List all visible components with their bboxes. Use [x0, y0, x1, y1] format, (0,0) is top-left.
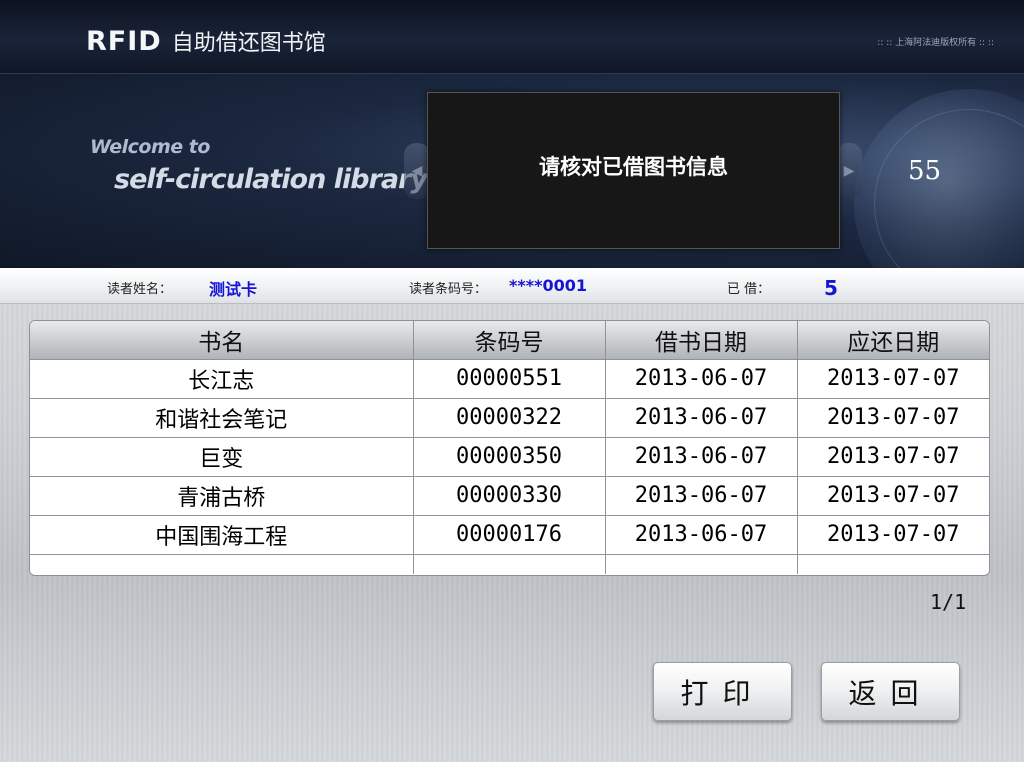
borrowed-count-value: 5 — [824, 276, 838, 300]
table-row: 和谐社会笔记 00000322 2013-06-07 2013-07-07 — [30, 398, 989, 438]
reader-name-label: 读者姓名： — [107, 282, 173, 297]
empty-cell — [413, 554, 606, 574]
top-bar: RFID 自助借还图书馆 :: :: 上海阿法迪版权所有 :: :: — [0, 0, 1024, 74]
table-row: 中国围海工程 00000176 2013-06-07 2013-07-07 — [30, 515, 989, 555]
borrow-date-cell: 2013-06-07 — [605, 515, 798, 555]
book-title-cell: 中国围海工程 — [30, 515, 414, 555]
page-indicator: 1/1 — [930, 590, 967, 614]
column-header-barcode: 条码号 — [413, 321, 606, 360]
welcome-banner: Welcome to self-circulation library ◀ ▶ … — [0, 74, 1024, 268]
message-box: 请核对已借图书信息 — [427, 92, 840, 249]
message-text: 请核对已借图书信息 — [539, 154, 728, 179]
copyright-text: :: :: 上海阿法迪版权所有 :: :: — [877, 38, 994, 48]
table-row: 长江志 00000551 2013-06-07 2013-07-07 — [30, 359, 989, 399]
due-date-cell: 2013-07-07 — [797, 437, 989, 477]
reader-barcode-label: 读者条码号： — [409, 282, 488, 297]
reader-name-value: 测试卡 — [209, 280, 258, 299]
barcode-cell: 00000350 — [413, 437, 606, 477]
book-title-cell: 和谐社会笔记 — [30, 398, 414, 438]
back-button[interactable]: 返回 — [821, 662, 960, 721]
borrow-date-cell: 2013-06-07 — [605, 476, 798, 516]
barcode-cell: 00000176 — [413, 515, 606, 555]
barcode-cell: 00000551 — [413, 359, 606, 399]
app-logo: RFID 自助借还图书馆 — [86, 24, 326, 58]
book-title-cell: 长江志 — [30, 359, 414, 399]
welcome-line-1: Welcome to — [90, 136, 210, 158]
table-row: 巨变 00000350 2013-06-07 2013-07-07 — [30, 437, 989, 477]
table-header-row: 书名 条码号 借书日期 应还日期 — [30, 321, 989, 360]
due-date-cell: 2013-07-07 — [797, 476, 989, 516]
borrow-date-cell: 2013-06-07 — [605, 359, 798, 399]
barcode-cell: 00000322 — [413, 398, 606, 438]
borrowed-books-table: 书名 条码号 借书日期 应还日期 长江志 00000551 2013-06-07… — [29, 320, 990, 576]
brand-label: RFID — [86, 25, 162, 57]
empty-cell — [797, 554, 989, 574]
print-button[interactable]: 打印 — [653, 662, 792, 721]
due-date-cell: 2013-07-07 — [797, 398, 989, 438]
borrow-date-cell: 2013-06-07 — [605, 398, 798, 438]
due-date-cell: 2013-07-07 — [797, 359, 989, 399]
empty-cell — [30, 554, 414, 574]
borrow-date-cell: 2013-06-07 — [605, 437, 798, 477]
column-header-due-date: 应还日期 — [797, 321, 989, 360]
table-row: 青浦古桥 00000330 2013-06-07 2013-07-07 — [30, 476, 989, 516]
reader-info-bar: 读者姓名： 测试卡 读者条码号： ****0001 已 借： 5 — [0, 268, 1024, 304]
column-header-title: 书名 — [30, 321, 414, 360]
book-title-cell: 青浦古桥 — [30, 476, 414, 516]
book-title-cell: 巨变 — [30, 437, 414, 477]
table-row-empty — [30, 554, 989, 574]
barcode-cell: 00000330 — [413, 476, 606, 516]
empty-cell — [605, 554, 798, 574]
due-date-cell: 2013-07-07 — [797, 515, 989, 555]
app-title: 自助借还图书馆 — [171, 31, 326, 56]
reader-barcode-value: ****0001 — [509, 276, 587, 295]
column-header-borrow-date: 借书日期 — [605, 321, 798, 360]
countdown-timer: 55 — [908, 156, 942, 186]
borrowed-count-label: 已 借： — [727, 282, 771, 297]
welcome-line-2: self-circulation library — [114, 164, 428, 195]
